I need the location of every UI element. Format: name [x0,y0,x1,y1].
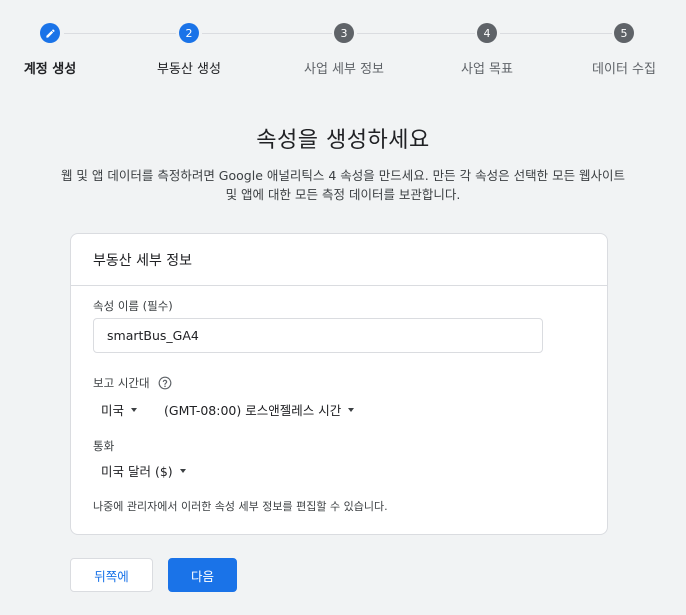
chevron-down-icon [131,407,138,412]
stepper-connector [500,33,612,34]
help-circle-icon[interactable] [158,375,172,390]
step-1-label: 계정 생성 [23,62,77,77]
stepper-connector [64,33,176,34]
property-name-input[interactable] [93,318,543,353]
step-5-label: 데이터 수집 [592,62,656,77]
step-3-indicator[interactable]: 3 [334,23,354,43]
timezone-dropdown[interactable]: (GMT-08:00) 로스앤젤레스 시간 [164,400,355,419]
country-dropdown[interactable]: 미국 [101,400,138,419]
step-3-label: 사업 세부 정보 [303,62,385,77]
card-header: 부동산 세부 정보 [71,234,607,286]
property-details-card: 부동산 세부 정보 속성 이름 (필수) 보고 시간대 미국 (GMT-08:0… [70,233,608,535]
description-line-1: 웹 및 앱 데이터를 측정하려면 Google 애널리틱스 4 속성을 만드세요… [60,168,626,183]
step-4-label: 사업 목표 [461,62,513,77]
property-name-label: 속성 이름 (필수) [93,299,173,313]
stepper-connector [357,33,475,34]
property-setup-page: 계정 생성 2 부동산 생성 3 사업 세부 정보 4 사업 목표 5 데이터 … [0,0,686,615]
timezone-value: (GMT-08:00) 로스앤젤레스 시간 [164,403,342,418]
page-title: 속성을 생성하세요 [256,128,430,153]
step-2-label: 부동산 생성 [157,62,221,77]
step-5-indicator[interactable]: 5 [614,23,634,43]
setup-stepper: 계정 생성 2 부동산 생성 3 사업 세부 정보 4 사업 목표 5 데이터 … [0,0,686,90]
stepper-connector [202,33,332,34]
currency-label: 통화 [93,439,115,453]
reporting-timezone-label: 보고 시간대 [93,376,150,390]
step-4-indicator[interactable]: 4 [477,23,497,43]
next-button[interactable]: 다음 [168,558,237,592]
chevron-down-icon [179,468,186,473]
description-line-2: 및 앱에 대한 모든 측정 데이터를 보관합니다. [225,187,461,202]
pencil-icon [45,28,56,39]
currency-value: 미국 달러 ($) [101,464,173,479]
edit-later-note: 나중에 관리자에서 이러한 속성 세부 정보를 편집할 수 있습니다. [93,500,388,513]
page-description: 웹 및 앱 데이터를 측정하려면 Google 애널리틱스 4 속성을 만드세요… [20,166,666,204]
step-2-indicator[interactable]: 2 [179,23,199,43]
country-value: 미국 [101,403,125,418]
back-button[interactable]: 뒤쪽에 [70,558,153,592]
chevron-down-icon [348,407,355,412]
currency-dropdown[interactable]: 미국 달러 ($) [101,461,186,480]
card-title: 부동산 세부 정보 [93,253,193,269]
step-1-indicator[interactable] [40,23,60,43]
